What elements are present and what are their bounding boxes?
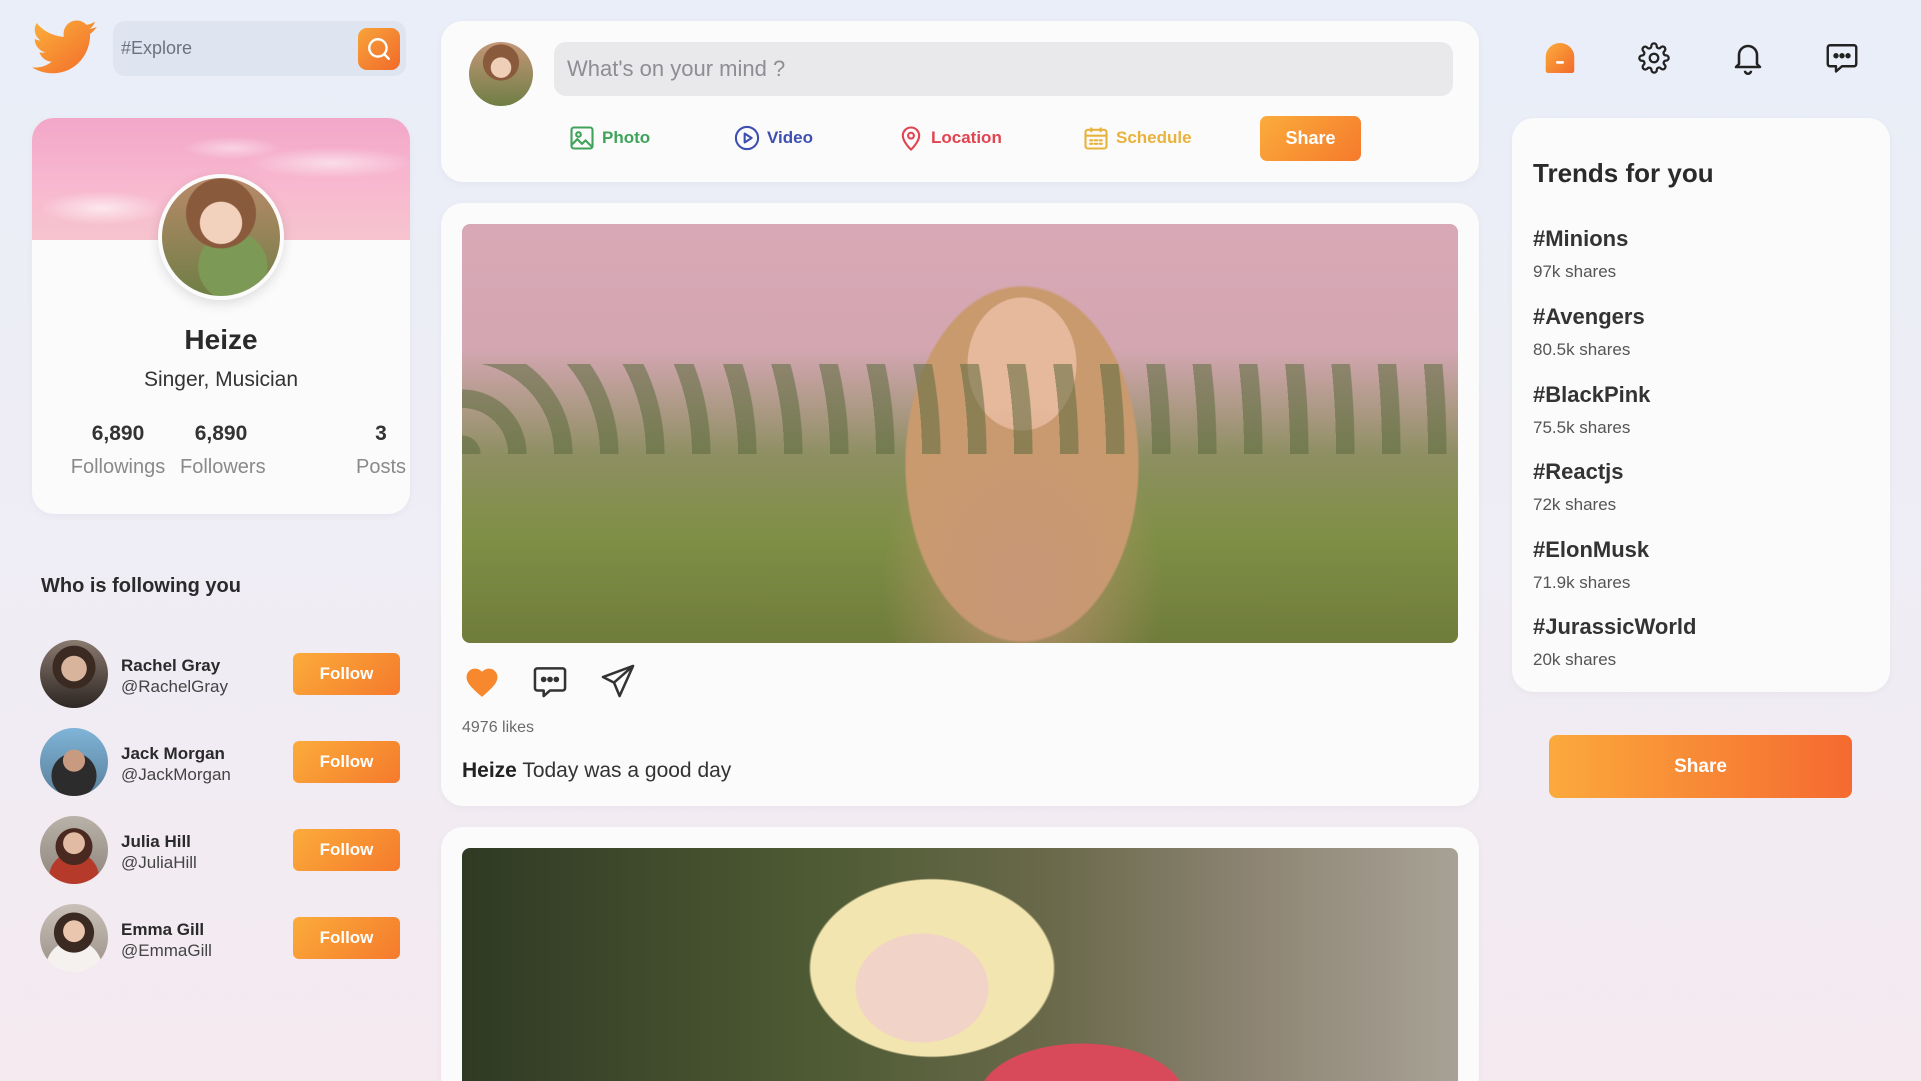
- stat-value: 3: [375, 422, 387, 445]
- follower-row: Rachel Gray @RachelGray Follow: [40, 640, 400, 708]
- messages-button[interactable]: [1820, 36, 1864, 80]
- trend-count: 71.9k shares: [1533, 573, 1631, 592]
- trend-item[interactable]: #BlackPink 75.5k shares: [1533, 382, 1650, 438]
- trend-count: 72k shares: [1533, 495, 1617, 514]
- like-button[interactable]: [462, 661, 502, 701]
- post-actions: [462, 661, 638, 701]
- play-circle-icon: [734, 125, 760, 151]
- follow-button[interactable]: Follow: [293, 741, 400, 783]
- photo-icon: [570, 126, 594, 150]
- post-caption: Heize Today was a good day: [462, 759, 731, 783]
- share-button[interactable]: Share: [1549, 735, 1852, 798]
- profile-name: Heize: [184, 324, 258, 355]
- stat-label: Followers: [180, 456, 266, 478]
- followers-section-title: Who is following you: [41, 575, 241, 597]
- avatar[interactable]: [40, 904, 108, 972]
- video-button[interactable]: Video: [733, 123, 813, 153]
- trend-item[interactable]: #Avengers 80.5k shares: [1533, 304, 1645, 360]
- follower-handle: @RachelGray: [121, 677, 229, 696]
- stat-label: Posts: [355, 456, 407, 478]
- trend-count: 80.5k shares: [1533, 340, 1631, 359]
- profile-avatar[interactable]: [158, 174, 284, 300]
- avatar[interactable]: [469, 42, 533, 106]
- post-card: [441, 827, 1479, 1081]
- stat-value: 6,890: [91, 422, 145, 445]
- location-button[interactable]: Location: [897, 123, 1002, 153]
- trend-tag: #Minions: [1533, 226, 1629, 251]
- trend-tag: #Reactjs: [1533, 459, 1624, 484]
- stat-label: Followings: [70, 456, 166, 478]
- chat-icon: [1826, 44, 1858, 73]
- trend-tag: #JurassicWorld: [1533, 614, 1697, 639]
- trend-item[interactable]: #Minions 97k shares: [1533, 226, 1628, 282]
- post-author[interactable]: Heize: [462, 759, 517, 782]
- trend-item[interactable]: #Reactjs 72k shares: [1533, 459, 1624, 515]
- calendar-icon: [1084, 127, 1108, 150]
- schedule-label: Schedule: [1116, 128, 1192, 147]
- trend-tag: #ElonMusk: [1533, 537, 1650, 562]
- comment-button[interactable]: [530, 661, 570, 701]
- follower-name: Emma Gill: [121, 920, 205, 939]
- search-input[interactable]: [113, 21, 358, 76]
- post-composer: Photo Video Location Schedule Share: [441, 21, 1479, 182]
- heart-icon: [466, 668, 498, 697]
- post-input[interactable]: [554, 42, 1453, 96]
- post-image[interactable]: [462, 848, 1458, 1081]
- bell-icon: [1734, 44, 1762, 75]
- follower-name: Julia Hill: [121, 832, 191, 851]
- trend-count: 97k shares: [1533, 262, 1617, 281]
- follow-button[interactable]: Follow: [293, 653, 400, 695]
- home-button[interactable]: [1538, 36, 1582, 80]
- follow-button[interactable]: Follow: [293, 917, 400, 959]
- post-likes-count: 4976 likes: [462, 719, 535, 736]
- stat-value: 6,890: [194, 422, 248, 445]
- search-bar: [113, 21, 406, 76]
- profile-role: Singer, Musician: [143, 368, 299, 391]
- follower-handle: @JackMorgan: [121, 765, 231, 784]
- follower-row: Julia Hill @JuliaHill Follow: [40, 816, 400, 884]
- location-label: Location: [931, 128, 1002, 147]
- home-icon: [1545, 42, 1575, 74]
- composer-share-button[interactable]: Share: [1260, 116, 1361, 161]
- location-pin-icon: [901, 126, 921, 151]
- twitter-logo-icon[interactable]: [32, 18, 98, 78]
- trends-title: Trends for you: [1533, 158, 1714, 188]
- trend-tag: #BlackPink: [1533, 382, 1651, 407]
- stat-followers[interactable]: 6,890 Followers: [180, 422, 266, 479]
- stat-followings[interactable]: 6,890 Followings: [32, 422, 204, 479]
- trend-count: 75.5k shares: [1533, 418, 1631, 437]
- post-image[interactable]: [462, 224, 1458, 643]
- post-card: 4976 likes Heize Today was a good day: [441, 203, 1479, 806]
- follower-name: Jack Morgan: [121, 744, 225, 763]
- schedule-button[interactable]: Schedule: [1082, 123, 1192, 153]
- follower-row: Jack Morgan @JackMorgan Follow: [40, 728, 400, 796]
- photo-label: Photo: [602, 128, 651, 147]
- settings-button[interactable]: [1632, 36, 1676, 80]
- post-caption-text: Today was a good day: [522, 759, 732, 782]
- gear-icon: [1638, 42, 1670, 74]
- follow-button[interactable]: Follow: [293, 829, 400, 871]
- video-label: Video: [767, 128, 813, 147]
- avatar[interactable]: [40, 816, 108, 884]
- avatar[interactable]: [40, 728, 108, 796]
- send-icon: [601, 664, 635, 698]
- avatar[interactable]: [40, 640, 108, 708]
- trend-count: 20k shares: [1533, 650, 1617, 669]
- search-button[interactable]: [358, 27, 400, 70]
- follower-handle: @EmmaGill: [121, 941, 212, 960]
- trend-tag: #Avengers: [1533, 304, 1645, 329]
- search-icon: [368, 37, 390, 60]
- follower-row: Emma Gill @EmmaGill Follow: [40, 904, 400, 972]
- comment-icon: [533, 667, 567, 698]
- follower-name: Rachel Gray: [121, 656, 221, 675]
- trends-card: Trends for you #Minions 97k shares #Aven…: [1512, 118, 1890, 692]
- profile-card: Heize Singer, Musician 6,890 Followings …: [32, 118, 410, 514]
- stat-posts[interactable]: 3 Posts: [308, 422, 410, 479]
- follower-handle: @JuliaHill: [121, 853, 197, 872]
- share-post-button[interactable]: [598, 661, 638, 701]
- photo-button[interactable]: Photo: [568, 123, 650, 153]
- trend-item[interactable]: #ElonMusk 71.9k shares: [1533, 537, 1649, 593]
- trend-item[interactable]: #JurassicWorld 20k shares: [1533, 614, 1696, 670]
- notifications-button[interactable]: [1726, 36, 1770, 80]
